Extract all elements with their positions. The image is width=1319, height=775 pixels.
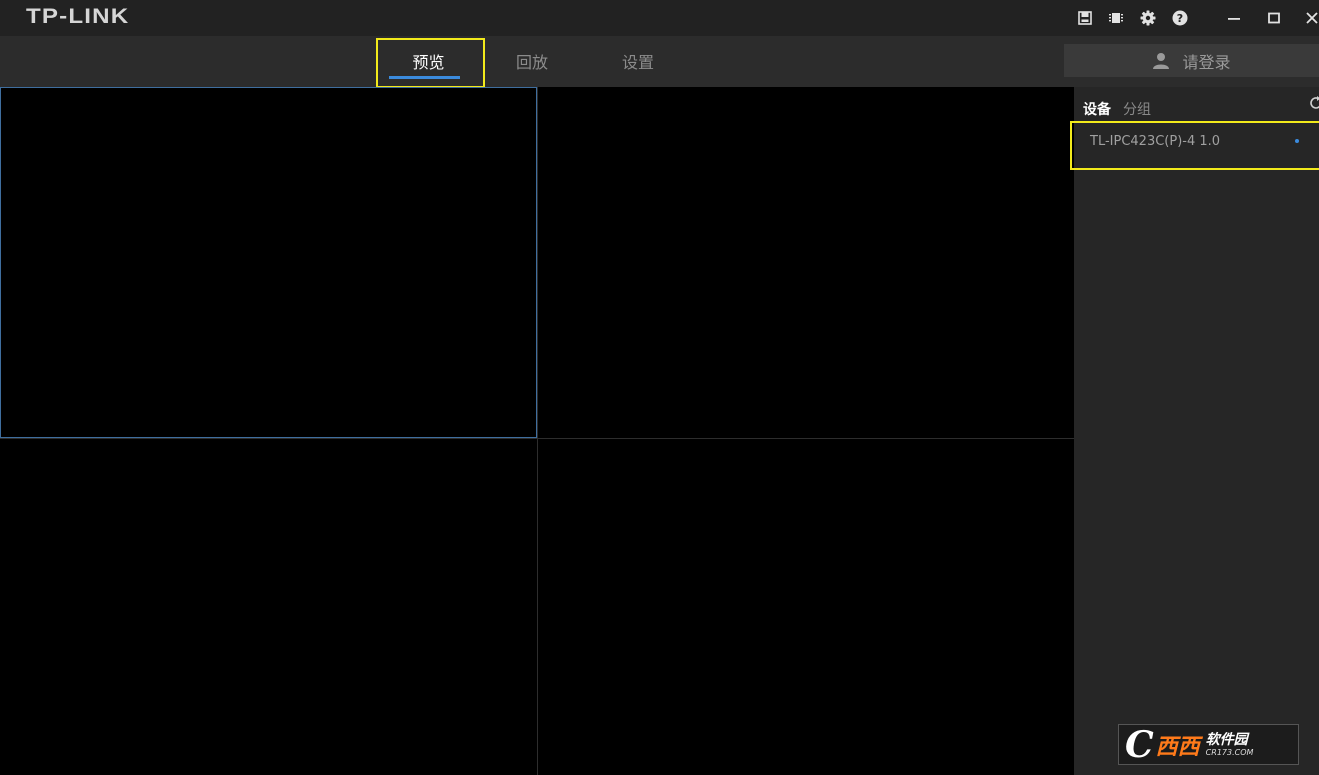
watermark-c-glyph: C xyxy=(1125,724,1154,765)
tab-playback[interactable]: 回放 xyxy=(497,36,567,85)
gear-icon[interactable] xyxy=(1139,9,1157,27)
tab-groups[interactable]: 分组 xyxy=(1123,99,1151,119)
save-icon[interactable] xyxy=(1076,9,1094,27)
tab-preview-label: 预览 xyxy=(412,52,445,72)
watermark-url: CR173.COM xyxy=(1205,747,1254,757)
device-name: TL-IPC423C(P)-4 1.0 xyxy=(1090,134,1221,149)
watermark-logo: C 西西 软件园 CR173.COM xyxy=(1118,724,1299,765)
tab-preview[interactable]: 预览 xyxy=(383,36,474,85)
video-grid xyxy=(0,87,1074,775)
svg-text:?: ? xyxy=(1177,12,1183,25)
minimize-icon[interactable] xyxy=(1225,9,1243,27)
app-logo: TP-LINK xyxy=(26,5,130,28)
tab-devices[interactable]: 设备 xyxy=(1083,99,1111,119)
help-icon[interactable]: ? xyxy=(1171,9,1189,27)
active-tab-indicator xyxy=(389,76,460,79)
device-list-item[interactable]: TL-IPC423C(P)-4 1.0 xyxy=(1074,121,1319,167)
tab-settings-label: 设置 xyxy=(621,52,654,72)
login-label: 请登录 xyxy=(1182,52,1231,72)
title-bar: TP-LINK ? xyxy=(0,0,1319,36)
maximize-icon[interactable] xyxy=(1265,9,1283,27)
video-window-3[interactable] xyxy=(0,439,537,775)
login-button[interactable]: 请登录 xyxy=(1064,44,1319,77)
tab-settings[interactable]: 设置 xyxy=(603,36,673,85)
tab-playback-label: 回放 xyxy=(515,52,548,72)
video-window-2[interactable] xyxy=(538,87,1074,438)
nav-bar: 预览 回放 设置 请登录 xyxy=(0,36,1319,87)
cpu-icon[interactable] xyxy=(1107,9,1125,27)
device-panel: 设备 分组 TL-IPC423C(P)-4 1.0 xyxy=(1074,87,1319,775)
video-window-1[interactable] xyxy=(0,87,537,438)
refresh-icon[interactable] xyxy=(1308,95,1319,111)
close-icon[interactable] xyxy=(1303,9,1319,27)
video-window-4[interactable] xyxy=(538,439,1074,775)
watermark-main-text: 西西 xyxy=(1155,734,1200,760)
user-icon xyxy=(1153,52,1170,69)
device-status-dot xyxy=(1295,139,1299,143)
watermark-soft-text: 软件园 xyxy=(1205,731,1248,748)
